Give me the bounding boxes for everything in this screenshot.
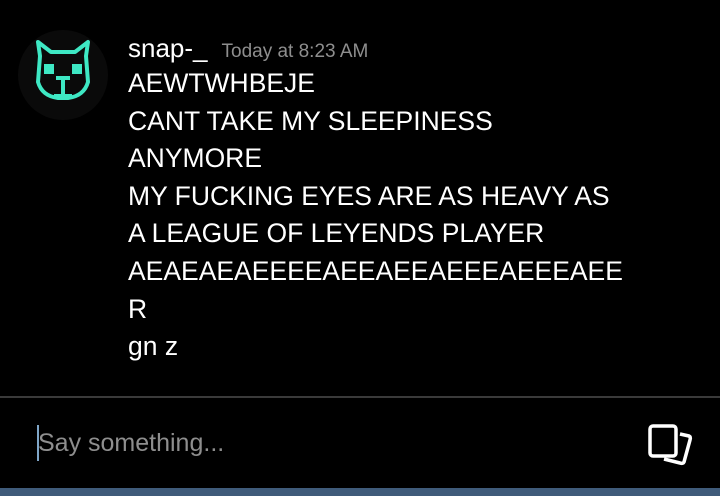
message-input[interactable] — [38, 424, 598, 462]
username[interactable]: snap-_ — [128, 33, 208, 63]
message-header: snap-_ Today at 8:23 AM — [128, 33, 368, 63]
message-body: AEWTWHBEJE CANT TAKE MY SLEEPINESS ANYMO… — [128, 65, 703, 366]
message-composer — [0, 398, 720, 488]
chat-screen: snap-_ Today at 8:23 AM AEWTWHBEJE CANT … — [0, 0, 720, 496]
message-line: A LEAGUE OF LEYENDS PLAYER — [128, 218, 545, 249]
avatar[interactable] — [18, 30, 108, 120]
message-line: MY FUCKING EYES ARE AS HEAVY AS — [128, 180, 610, 211]
bottom-accent-bar — [0, 488, 720, 496]
message-line: gn z — [128, 331, 179, 362]
timestamp: Today at 8:23 AM — [221, 41, 369, 62]
message-line: CANT TAKE MY SLEEPINESS — [128, 105, 493, 136]
cat-face-icon — [36, 40, 90, 100]
message-line: AEAEAEAEEEEAEEAEEAEEEAEEEAEE — [128, 255, 623, 286]
message-line: R — [128, 293, 148, 324]
gallery-button[interactable] — [640, 412, 700, 472]
chat-message: snap-_ Today at 8:23 AM AEWTWHBEJE CANT … — [0, 0, 720, 396]
gallery-icon — [648, 424, 693, 466]
message-line: AEWTWHBEJE — [128, 68, 315, 98]
message-line: ANYMORE — [128, 143, 262, 174]
